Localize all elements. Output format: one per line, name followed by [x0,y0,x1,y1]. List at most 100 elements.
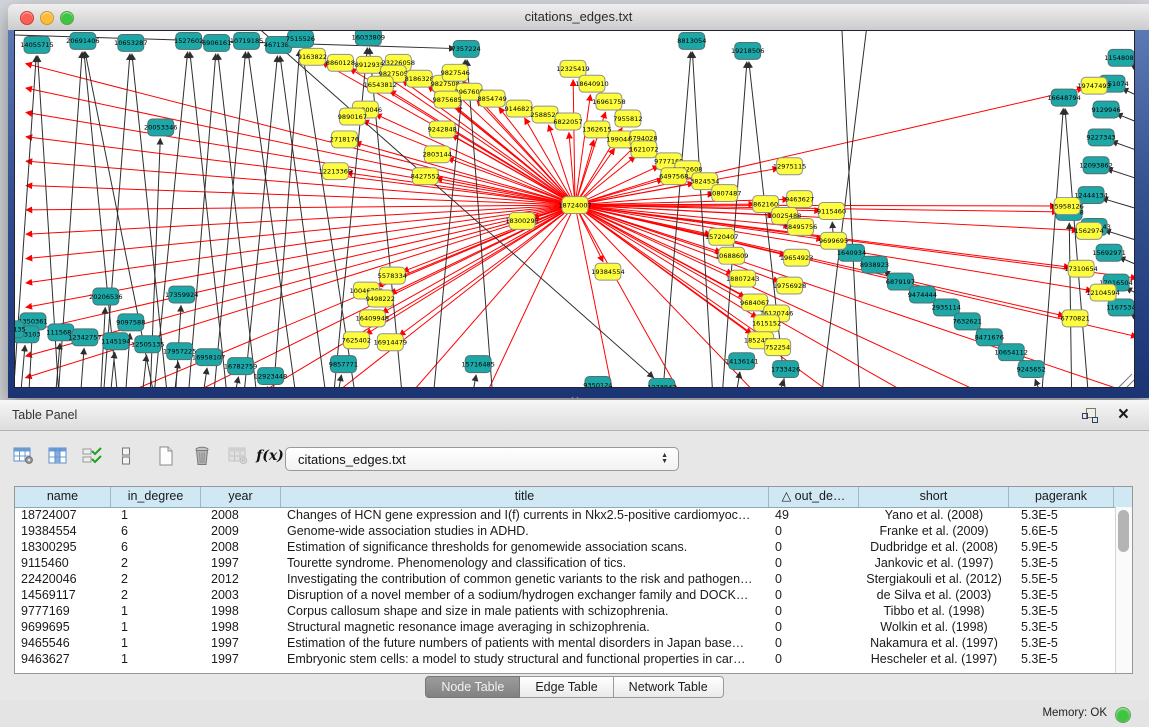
table-cell-pagerank[interactable]: 5.6E-5 [1009,523,1114,539]
table-cell-pagerank[interactable]: 5.3E-5 [1009,507,1114,523]
graph-node[interactable]: 15716485 [461,356,494,373]
graph-node[interactable]: 20206536 [89,288,122,305]
graph-node[interactable]: 6906161 [202,34,231,51]
table-cell-in_degree[interactable]: 2 [111,555,201,571]
table-cell-name[interactable]: 18724007 [15,507,111,523]
graph-edge-selected[interactable] [399,205,575,336]
canvas-resize-grip-icon[interactable] [1119,374,1132,387]
graph-node[interactable]: 16543812 [364,76,397,93]
table-cell-short[interactable]: Yano et al. (2008) [859,507,1009,523]
table-cell-pagerank[interactable]: 5.3E-5 [1009,619,1114,635]
table-cell-name[interactable]: 9465546 [15,635,111,651]
graph-node[interactable]: 9129946 [1091,101,1120,118]
graph-edge[interactable] [1107,169,1135,183]
graph-node[interactable]: 19747493 [1077,77,1110,94]
graph-edge[interactable] [1069,223,1072,388]
graph-node[interactable]: 1273842 [647,379,676,388]
table-cell-pagerank[interactable]: 5.5E-5 [1009,571,1114,587]
table-row[interactable]: 1938455462009Genome-wide association stu… [15,523,1115,539]
table-cell-name[interactable]: 9463627 [15,651,111,667]
row-height-button[interactable] [112,442,140,470]
graph-edge-selected[interactable] [575,205,1064,316]
graph-edge[interactable] [81,348,84,388]
graph-edge[interactable] [1105,230,1135,244]
table-row[interactable]: 1872400712008Changes of HCN gene express… [15,507,1115,523]
table-cell-out_degree[interactable]: 0 [769,619,859,635]
graph-node[interactable]: 6822057 [553,113,582,130]
column-header-short[interactable]: short [859,487,1009,507]
graph-edge-selected[interactable] [363,121,575,205]
table-cell-short[interactable]: Wolkin et al. (1998) [859,619,1009,635]
table-cell-title[interactable]: Changes of HCN gene expression and I(f) … [281,507,769,523]
graph-node[interactable]: 16914479 [374,334,407,351]
graph-node[interactable]: 1621072 [629,141,658,158]
graph-edge[interactable] [218,54,261,388]
graph-node[interactable]: 17359924 [165,286,198,303]
table-settings-button[interactable] [10,442,38,470]
graph-edge[interactable] [267,387,268,388]
graph-node[interactable]: 9474444 [908,286,937,303]
table-cell-out_degree[interactable]: 0 [769,539,859,555]
graph-edge[interactable] [236,377,239,388]
table-row[interactable]: 1830029562008Estimation of significance … [15,539,1115,555]
column-header-out_degree[interactable]: △ out_de… [769,487,859,507]
table-cell-out_degree[interactable]: 0 [769,635,859,651]
graph-node[interactable]: 1527602 [174,32,203,49]
graph-edge[interactable] [111,352,115,388]
table-cell-short[interactable]: Nakamura et al. (1997) [859,635,1009,651]
table-cell-year[interactable]: 1998 [201,603,281,619]
graph-node[interactable]: 19384554 [591,263,624,280]
graph-node[interactable]: 18807243 [726,270,759,287]
table-cell-in_degree[interactable]: 6 [111,539,201,555]
graph-node[interactable]: 15692971 [1092,244,1125,261]
graph-node[interactable]: 12505135 [131,336,164,353]
table-cell-in_degree[interactable]: 2 [111,587,201,603]
table-cell-short[interactable]: Tibbo et al. (1998) [859,603,1009,619]
graph-edge[interactable] [1111,141,1135,154]
table-row[interactable]: 946554611997Estimation of the future num… [15,635,1115,651]
graph-node[interactable]: 18640910 [575,75,608,92]
table-cell-title[interactable]: Genome-wide association studies in ADHD. [281,523,769,539]
table-cell-title[interactable]: Structural magnetic resonance image aver… [281,619,769,635]
network-canvas[interactable]: 1405571520691406106532871527602690616110… [14,30,1135,388]
graph-node[interactable]: 9890167 [338,108,367,125]
table-cell-pagerank[interactable]: 5.3E-5 [1009,635,1114,651]
memory-indicator-dot[interactable] [1115,707,1131,723]
graph-edge[interactable] [1039,109,1063,388]
tab-node-table[interactable]: Node Table [425,676,520,698]
graph-node[interactable]: 9827546 [441,64,470,81]
show-column-button[interactable] [44,442,72,470]
table-cell-in_degree[interactable]: 2 [111,571,201,587]
graph-node[interactable]: 3913135 [14,321,26,338]
graph-node[interactable]: 12325419 [556,60,589,77]
graph-edge[interactable] [21,345,25,388]
create-table-button[interactable] [152,442,180,470]
graph-node[interactable]: 11548084 [1104,49,1135,66]
graph-edge-selected[interactable] [575,205,618,388]
graph-node[interactable]: 8813054 [677,32,706,49]
graph-edge-selected[interactable] [26,64,575,205]
graph-node[interactable]: 9498222 [366,290,395,307]
float-panel-button[interactable] [1082,408,1097,422]
table-cell-title[interactable]: Embryonic stem cells: a model to study s… [281,651,769,667]
graph-node[interactable]: 18300295 [505,212,538,229]
graph-node[interactable]: 8427552 [411,168,440,185]
graph-node[interactable]: 7955812 [613,110,642,127]
graph-node[interactable]: 16648794 [1047,89,1080,106]
graph-edge[interactable] [1102,198,1135,212]
graph-node[interactable]: 12975115 [773,158,806,175]
graph-node[interactable]: 1562974 [1074,222,1103,239]
table-cell-name[interactable]: 22420046 [15,571,111,587]
table-cell-year[interactable]: 1997 [201,651,281,667]
column-header-pagerank[interactable]: pagerank [1009,487,1114,507]
table-cell-in_degree[interactable]: 1 [111,619,201,635]
graph-node[interactable]: 9146821 [504,100,533,117]
graph-node[interactable]: 2718176 [330,131,359,148]
table-cell-year[interactable]: 2009 [201,523,281,539]
table-cell-out_degree[interactable]: 0 [769,523,859,539]
table-cell-short[interactable]: Dudbridge et al. (2008) [859,539,1009,555]
graph-node[interactable]: 2803144 [423,146,452,163]
table-cell-year[interactable]: 1997 [201,635,281,651]
column-header-year[interactable]: year [201,487,281,507]
table-cell-short[interactable]: Franke et al. (2009) [859,523,1009,539]
